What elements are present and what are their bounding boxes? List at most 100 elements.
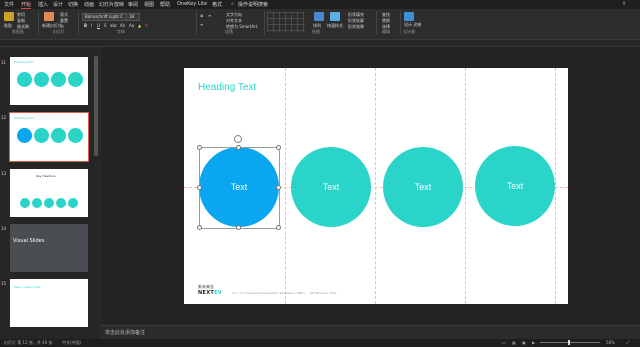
resize-handle[interactable]: [236, 145, 241, 150]
slide-heading[interactable]: Heading Text: [198, 82, 256, 93]
resize-handle[interactable]: [276, 225, 281, 230]
group-slides: 幻灯片: [53, 29, 65, 34]
numbering-icon[interactable]: ≡: [208, 13, 211, 18]
zoom-slider[interactable]: [540, 342, 600, 343]
shapes-gallery[interactable]: [267, 12, 305, 32]
sorter-view-icon[interactable]: ▦: [512, 340, 516, 345]
spacing-button[interactable]: AV: [120, 23, 125, 28]
slide-thumbnail[interactable]: Main content text: [10, 279, 88, 327]
tab-review[interactable]: 审阅: [128, 1, 138, 8]
abc-button[interactable]: abc: [110, 23, 117, 28]
thumb-circle: [56, 198, 66, 208]
tab-format[interactable]: 格式: [212, 1, 222, 8]
guide-line: [465, 68, 466, 304]
tab-animations[interactable]: 动画: [84, 1, 94, 8]
group-drawing: 绘图: [312, 29, 320, 34]
case-button[interactable]: Aa: [129, 23, 134, 28]
thumb-heading: Heading Text: [14, 116, 34, 120]
guide-line: [285, 68, 286, 304]
tab-onekey[interactable]: OneKey Lite: [177, 1, 207, 7]
resize-handle[interactable]: [276, 185, 281, 190]
normal-view-icon[interactable]: ▭: [502, 340, 506, 345]
circle-shape-4[interactable]: Text: [475, 146, 555, 226]
tab-transitions[interactable]: 切换: [68, 1, 78, 8]
slide-counter: 幻灯片 第 12 张，共 40 张: [4, 340, 53, 345]
slide-thumbnail-selected[interactable]: Heading Text: [9, 112, 89, 162]
font-name-select[interactable]: Bahnschrift Light C: [82, 13, 128, 21]
resize-handle[interactable]: [197, 225, 202, 230]
thumb-number: 14: [1, 226, 7, 231]
search-label[interactable]: 操作说明搜索: [238, 1, 268, 8]
group-designer: 设计器: [403, 29, 415, 34]
slide[interactable]: Heading Text Text Text Text Text 新未来志 NE…: [184, 68, 568, 304]
share-icon[interactable]: ⇪: [622, 1, 626, 7]
selection-box: [199, 147, 280, 229]
language-indicator[interactable]: 中文(中国): [62, 340, 81, 346]
slide-thumbnail[interactable]: Visual Slides: [10, 224, 88, 272]
notes-placeholder[interactable]: 单击此处添加备注: [105, 329, 145, 336]
thumb-circle: [20, 198, 30, 208]
circle-label: Text: [414, 182, 432, 192]
thumb-number: 15: [1, 281, 7, 286]
circle-label: Text: [322, 182, 340, 192]
italic-button[interactable]: I: [91, 23, 92, 28]
slide-thumbnail[interactable]: Key Headline: [10, 169, 88, 217]
shape-effects-button[interactable]: 形状效果: [348, 24, 364, 30]
font-size-select[interactable]: 18: [126, 13, 140, 21]
divider: [376, 11, 377, 35]
group-clipboard: 剪贴板: [12, 29, 24, 34]
resize-handle[interactable]: [197, 145, 202, 150]
thumb-circle: [34, 128, 49, 143]
quick-styles-icon[interactable]: [330, 12, 340, 21]
tab-home[interactable]: 开始: [21, 1, 32, 9]
slideshow-view-icon[interactable]: ▶: [532, 340, 535, 345]
notes-pane[interactable]: 单击此处添加备注: [101, 325, 640, 340]
quick-styles-button[interactable]: 快速样式: [327, 23, 343, 29]
tab-help[interactable]: 帮助: [160, 1, 170, 8]
group-paragraph: 段落: [225, 29, 233, 34]
design-ideas-icon[interactable]: [404, 12, 414, 21]
paste-icon[interactable]: [4, 12, 14, 21]
reading-view-icon[interactable]: ▣: [522, 340, 526, 345]
bold-button[interactable]: B: [84, 23, 87, 28]
paste-button[interactable]: 粘贴: [4, 23, 12, 29]
align-left-icon[interactable]: ≡: [200, 22, 203, 27]
resize-handle[interactable]: [197, 185, 202, 190]
bullets-icon[interactable]: ≣: [200, 13, 203, 18]
slide-thumbnail[interactable]: Heading Text: [10, 57, 88, 105]
thumb-circle: [51, 128, 66, 143]
thumb-number: 13: [1, 171, 7, 176]
thumb-number: 12: [1, 115, 7, 120]
thumb-heading: Key Headline: [36, 174, 56, 178]
divider: [38, 11, 39, 35]
strikethrough-button[interactable]: S: [104, 23, 107, 28]
thumb-circle: [34, 72, 49, 87]
circle-shape-2[interactable]: Text: [291, 147, 371, 227]
resize-handle[interactable]: [276, 145, 281, 150]
tab-file[interactable]: 文件: [4, 1, 14, 8]
arrange-icon[interactable]: [314, 12, 324, 21]
highlight-icon[interactable]: ▲: [138, 23, 141, 28]
footer-logo: NEXTEV: [198, 290, 222, 296]
thumb-circle: [32, 198, 42, 208]
new-slide-icon[interactable]: [44, 12, 54, 21]
underline-button[interactable]: U: [97, 23, 100, 28]
circle-label: Text: [506, 181, 524, 191]
status-bar: 幻灯片 第 12 张，共 40 张 中文(中国) ▭ ▦ ▣ ▶ 58% ⤢: [0, 339, 640, 347]
tab-insert[interactable]: 插入: [38, 1, 48, 8]
fit-slide-icon[interactable]: ⤢: [626, 340, 629, 345]
thumbnail-scrollbar[interactable]: [94, 56, 98, 156]
tab-design[interactable]: 设计: [53, 1, 63, 8]
zoom-level[interactable]: 58%: [606, 340, 615, 345]
guide-line: [375, 68, 376, 304]
tab-slideshow[interactable]: 幻灯片放映: [99, 1, 124, 8]
resize-handle[interactable]: [236, 225, 241, 230]
search-icon[interactable]: ⌕: [231, 1, 234, 7]
design-ideas-button[interactable]: 设计 灵感: [404, 22, 421, 28]
font-color-icon[interactable]: A: [145, 23, 148, 28]
tab-view[interactable]: 视图: [144, 1, 154, 8]
rotate-handle-icon[interactable]: [234, 135, 242, 143]
zoom-slider-knob[interactable]: [568, 340, 570, 345]
thumb-heading: Visual Slides: [13, 238, 45, 244]
circle-shape-3[interactable]: Text: [383, 147, 463, 227]
